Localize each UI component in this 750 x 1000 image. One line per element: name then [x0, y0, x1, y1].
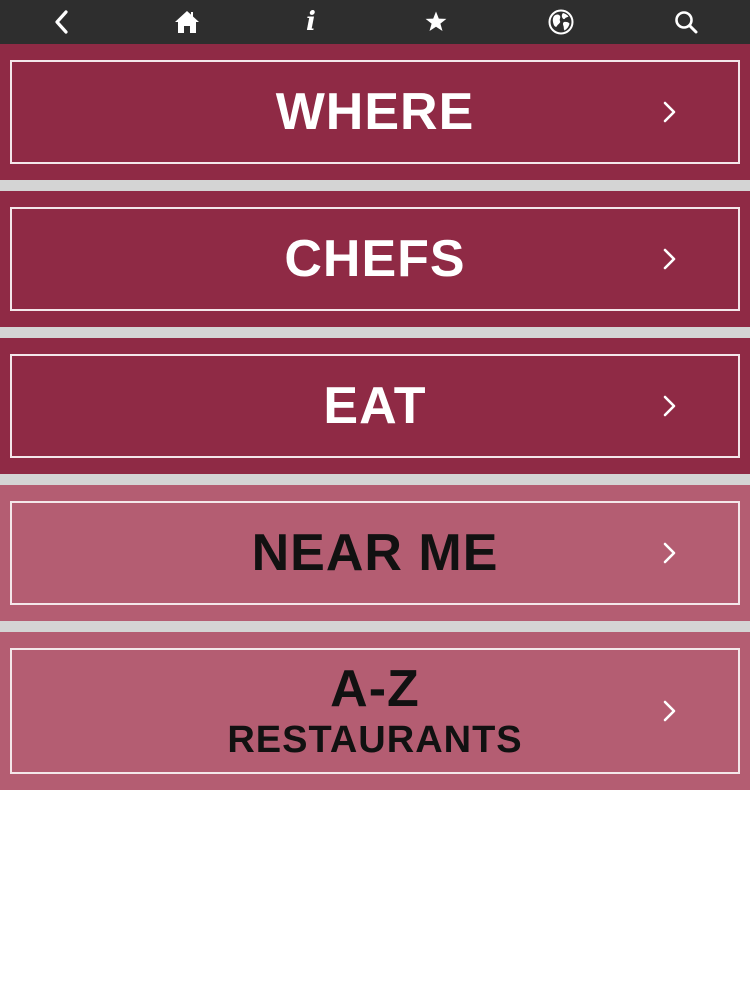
menu-item-frame: A-Z RESTAURANTS	[10, 648, 740, 774]
menu-separator	[0, 621, 750, 632]
info-icon: i	[306, 7, 316, 37]
menu-separator	[0, 474, 750, 485]
search-icon	[675, 11, 698, 34]
home-button[interactable]	[162, 0, 212, 44]
chevron-right-icon	[663, 101, 676, 123]
menu-item-eat[interactable]: EAT	[0, 338, 750, 474]
menu-item-label: A-Z	[330, 660, 420, 718]
back-button[interactable]	[37, 0, 87, 44]
search-button[interactable]	[661, 0, 711, 44]
globe-icon	[548, 9, 574, 35]
chevron-right-icon	[663, 700, 676, 722]
top-toolbar: i	[0, 0, 750, 44]
back-icon	[55, 10, 68, 34]
menu-item-frame: NEAR ME	[10, 501, 740, 605]
chevron-right-icon	[663, 542, 676, 564]
home-icon	[175, 11, 199, 33]
menu-separator	[0, 180, 750, 191]
menu-item-frame: CHEFS	[10, 207, 740, 311]
info-button[interactable]: i	[286, 0, 336, 44]
favorites-button[interactable]	[411, 0, 461, 44]
map-button[interactable]	[536, 0, 586, 44]
menu-item-where[interactable]: WHERE	[0, 44, 750, 180]
main-menu: WHERE CHEFS EAT NEAR ME A-Z RESTAURANTS	[0, 44, 750, 790]
menu-item-a-z-restaurants[interactable]: A-Z RESTAURANTS	[0, 632, 750, 790]
menu-item-label: CHEFS	[284, 230, 466, 288]
menu-item-frame: EAT	[10, 354, 740, 458]
menu-item-label: NEAR ME	[251, 524, 499, 582]
chevron-right-icon	[663, 395, 676, 417]
menu-item-near-me[interactable]: NEAR ME	[0, 485, 750, 621]
menu-item-label: WHERE	[275, 83, 475, 141]
menu-item-label: EAT	[323, 377, 427, 435]
menu-item-sublabel: RESTAURANTS	[227, 719, 523, 761]
menu-separator	[0, 327, 750, 338]
app-screen: i WHERE CHEFS EAT NEAR ME A-Z RESTAURANT…	[0, 0, 750, 1000]
menu-item-frame: WHERE	[10, 60, 740, 164]
menu-item-chefs[interactable]: CHEFS	[0, 191, 750, 327]
star-icon	[425, 11, 447, 31]
chevron-right-icon	[663, 248, 676, 270]
